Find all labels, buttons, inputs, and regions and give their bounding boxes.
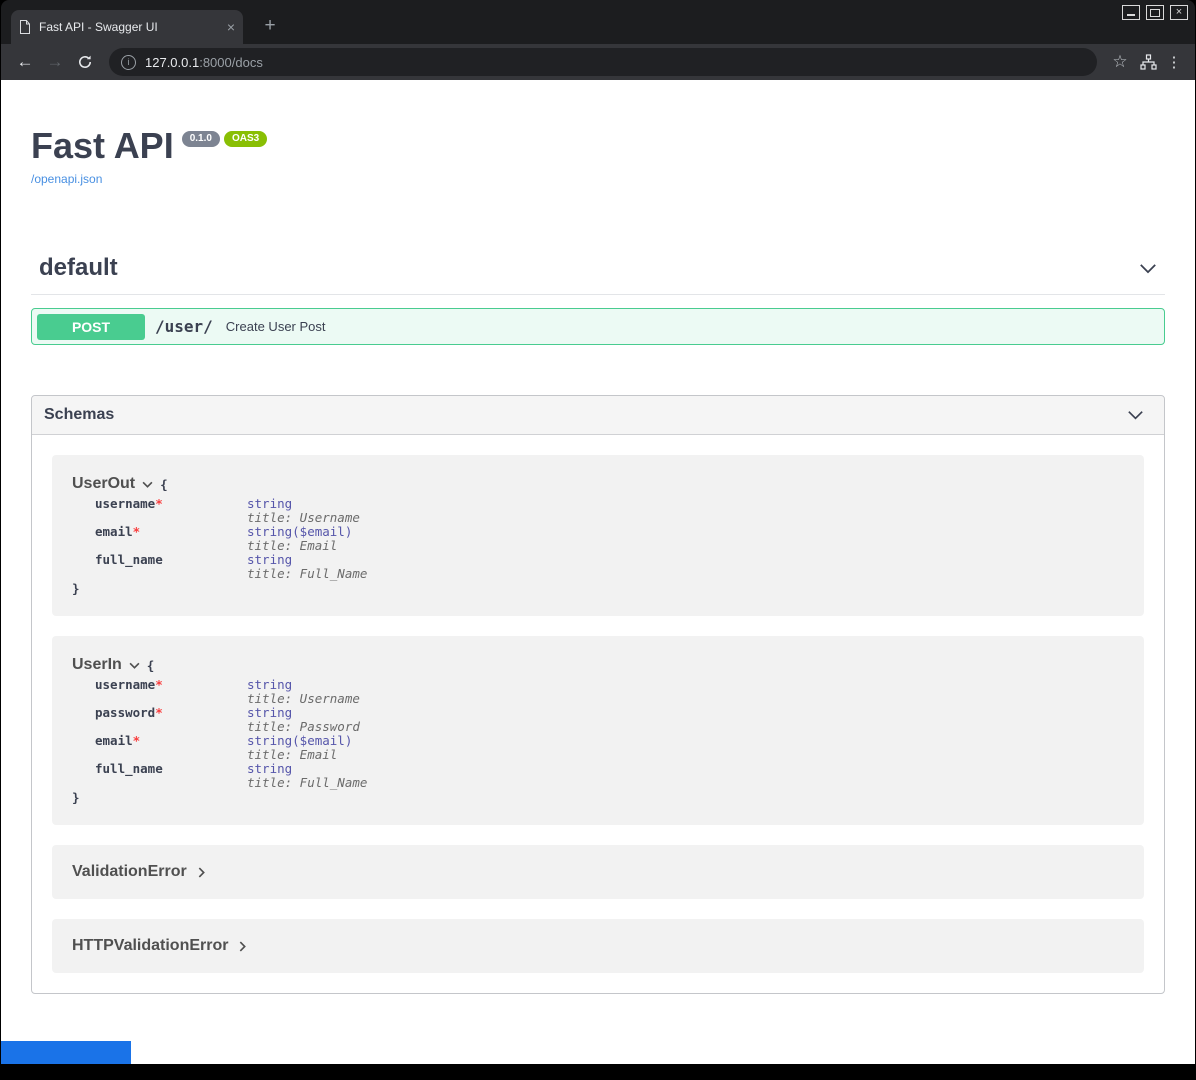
required-star: * bbox=[155, 677, 163, 692]
url-text: 127.0.0.1:8000/docs bbox=[145, 55, 263, 70]
api-title: Fast API bbox=[31, 128, 174, 164]
required-star: * bbox=[133, 733, 141, 748]
tab-title: Fast API - Swagger UI bbox=[39, 20, 221, 34]
page-content: Fast API 0.1.0 OAS3 /openapi.json defaul… bbox=[1, 80, 1195, 1064]
browser-window: Fast API - Swagger UI × + × ← → i 127.0.… bbox=[1, 0, 1195, 1080]
property-row: email* string($email)title: Email bbox=[72, 525, 1124, 553]
tag-header[interactable]: default bbox=[31, 248, 1165, 295]
close-window-button[interactable]: × bbox=[1170, 5, 1188, 20]
property-type: string bbox=[247, 552, 292, 567]
property-title: title: Email bbox=[247, 747, 337, 762]
property-type: string bbox=[247, 705, 292, 720]
forward-button[interactable]: → bbox=[41, 48, 69, 76]
brace-close: } bbox=[72, 790, 1124, 805]
chevron-right-icon[interactable] bbox=[198, 867, 205, 878]
property-row: username* stringtitle: Username bbox=[72, 497, 1124, 525]
model-title: ValidationError bbox=[72, 863, 187, 881]
model-validationerror[interactable]: ValidationError bbox=[52, 845, 1144, 899]
model-userin: UserIn { username* stringtitle: Username… bbox=[52, 636, 1144, 825]
site-info-icon[interactable]: i bbox=[121, 55, 136, 70]
property-name: email* bbox=[95, 525, 247, 539]
model-httpvalidationerror[interactable]: HTTPValidationError bbox=[52, 919, 1144, 973]
minimize-button[interactable] bbox=[1122, 5, 1140, 20]
property-row: full_name stringtitle: Full_Name bbox=[72, 553, 1124, 581]
tab-close-icon[interactable]: × bbox=[227, 19, 235, 35]
property-name: password* bbox=[95, 706, 247, 720]
address-bar[interactable]: i 127.0.0.1:8000/docs bbox=[109, 48, 1097, 76]
link-preview-bubble bbox=[1, 1041, 131, 1064]
tag-name: default bbox=[39, 254, 118, 282]
property-type: string bbox=[247, 733, 292, 748]
model-title: HTTPValidationError bbox=[72, 937, 228, 955]
property-title: title: Email bbox=[247, 538, 337, 553]
property-row: email* string($email)title: Email bbox=[72, 734, 1124, 762]
page-favicon-icon bbox=[19, 20, 31, 34]
bookmark-star-icon[interactable]: ☆ bbox=[1107, 52, 1133, 72]
endpoint-post-user[interactable]: POST /user/ Create User Post bbox=[31, 308, 1165, 345]
property-type: string bbox=[247, 496, 292, 511]
back-button[interactable]: ← bbox=[11, 48, 39, 76]
api-info: Fast API 0.1.0 OAS3 /openapi.json bbox=[31, 80, 1165, 188]
endpoint-path: /user/ bbox=[155, 317, 213, 336]
chevron-down-icon[interactable] bbox=[1139, 263, 1157, 274]
window-controls: × bbox=[1122, 5, 1188, 20]
maximize-button[interactable] bbox=[1146, 5, 1164, 20]
chevron-down-icon[interactable] bbox=[1127, 410, 1144, 420]
property-row: username* stringtitle: Username bbox=[72, 678, 1124, 706]
property-title: title: Full_Name bbox=[247, 775, 367, 790]
property-row: full_name stringtitle: Full_Name bbox=[72, 762, 1124, 790]
brace-close: } bbox=[72, 581, 1124, 596]
extension-action-icon[interactable] bbox=[1135, 54, 1161, 70]
required-star: * bbox=[155, 705, 163, 720]
required-star: * bbox=[133, 524, 141, 539]
model-title[interactable]: UserIn bbox=[72, 656, 122, 674]
model-userout: UserOut { username* stringtitle: Usernam… bbox=[52, 455, 1144, 616]
browser-menu-icon[interactable]: ⋮ bbox=[1163, 53, 1185, 71]
brace-open: { bbox=[160, 477, 168, 492]
oas3-badge: OAS3 bbox=[224, 131, 267, 147]
property-type: string bbox=[247, 761, 292, 776]
property-name: username* bbox=[95, 678, 247, 692]
property-format: ($email) bbox=[292, 524, 352, 539]
chevron-right-icon[interactable] bbox=[239, 941, 246, 952]
property-format: ($email) bbox=[292, 733, 352, 748]
property-type: string bbox=[247, 524, 292, 539]
schemas-body: UserOut { username* stringtitle: Usernam… bbox=[32, 435, 1164, 993]
chevron-down-icon[interactable] bbox=[142, 481, 153, 488]
property-name: full_name bbox=[95, 553, 247, 567]
tag-section-default: default POST /user/ Create User Post bbox=[31, 248, 1165, 345]
property-title: title: Username bbox=[247, 691, 360, 706]
url-path: :8000/docs bbox=[199, 55, 263, 70]
model-title[interactable]: UserOut bbox=[72, 475, 135, 493]
required-star: * bbox=[155, 496, 163, 511]
endpoint-summary: Create User Post bbox=[226, 319, 326, 334]
property-row: password* stringtitle: Password bbox=[72, 706, 1124, 734]
property-name: full_name bbox=[95, 762, 247, 776]
titlebar: Fast API - Swagger UI × + × bbox=[1, 0, 1195, 44]
property-title: title: Username bbox=[247, 510, 360, 525]
schemas-heading: Schemas bbox=[44, 406, 114, 424]
schemas-header[interactable]: Schemas bbox=[32, 396, 1164, 435]
chevron-down-icon[interactable] bbox=[129, 662, 140, 669]
browser-tab[interactable]: Fast API - Swagger UI × bbox=[11, 10, 243, 44]
post-method-button[interactable]: POST bbox=[37, 314, 145, 340]
browser-toolbar: ← → i 127.0.0.1:8000/docs ☆ ⋮ bbox=[1, 44, 1195, 80]
property-title: title: Full_Name bbox=[247, 566, 367, 581]
property-name: username* bbox=[95, 497, 247, 511]
property-type: string bbox=[247, 677, 292, 692]
openapi-json-link[interactable]: /openapi.json bbox=[31, 172, 102, 186]
brace-open: { bbox=[147, 658, 155, 673]
reload-icon bbox=[77, 54, 93, 70]
version-badge: 0.1.0 bbox=[182, 131, 220, 147]
url-host: 127.0.0.1 bbox=[145, 55, 199, 70]
property-name: email* bbox=[95, 734, 247, 748]
schemas-section: Schemas UserOut { username* bbox=[31, 395, 1165, 994]
property-title: title: Password bbox=[247, 719, 360, 734]
reload-button[interactable] bbox=[71, 48, 99, 76]
new-tab-button[interactable]: + bbox=[257, 13, 283, 39]
